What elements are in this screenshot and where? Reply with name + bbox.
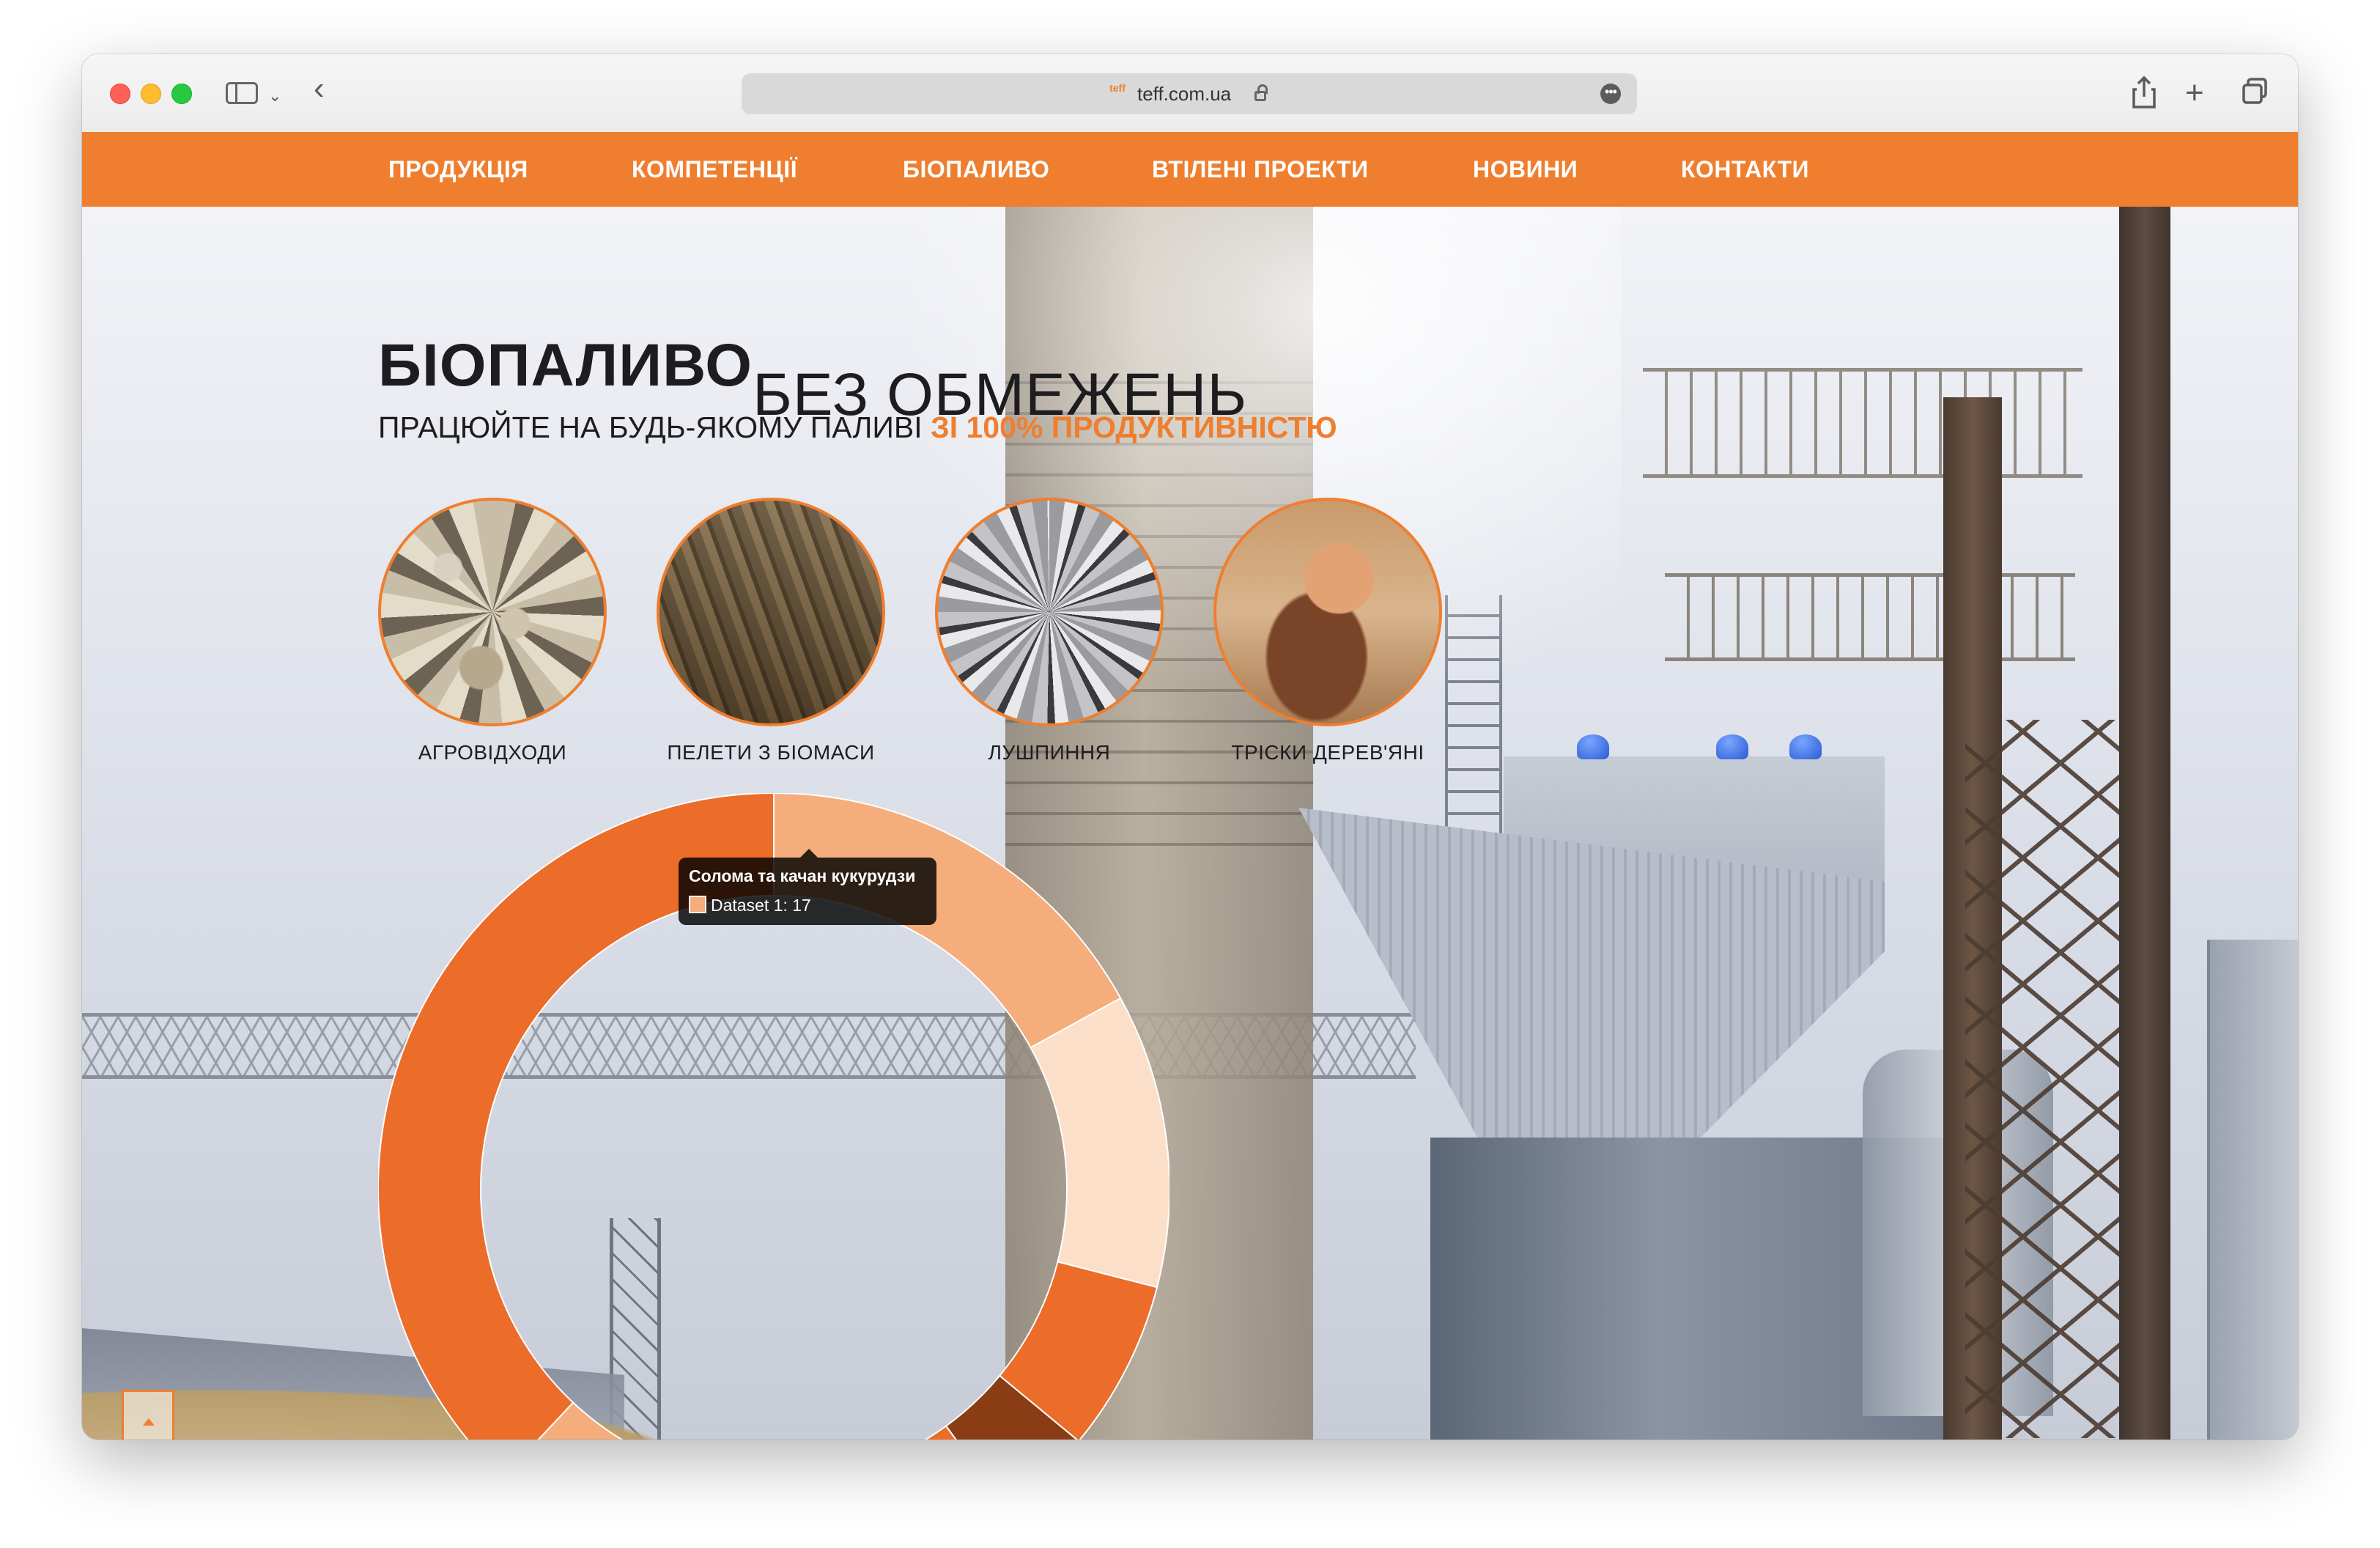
tooltip-swatch — [689, 896, 706, 913]
tooltip-title: Солома та качан кукурудзи — [689, 866, 916, 885]
main-nav: ПРОДУКЦІЯ КОМПЕТЕНЦІЇ БІОПАЛИВО ВТІЛЕНІ … — [82, 132, 2298, 207]
subtitle-accent: ЗІ 100% ПРОДУКТИВНІСТЮ — [931, 410, 1337, 444]
title-bold: БІОПАЛИВО — [378, 332, 753, 399]
favicon-icon: teff — [1109, 82, 1126, 94]
subtitle-plain: ПРАЦЮЙТЕ НА БУДЬ-ЯКОМУ ПАЛИВІ — [378, 410, 923, 444]
nav-item-news[interactable]: НОВИНИ — [1473, 132, 1578, 207]
fuel-label: ТРІСКИ ДЕРЕВ'ЯНІ — [1231, 741, 1424, 764]
scroll-to-top-button[interactable] — [122, 1390, 174, 1440]
fuel-card-pellets[interactable]: ПЕЛЕТИ З БІОМАСИ — [654, 498, 888, 764]
tank-icon — [1789, 734, 1822, 759]
tank-icon — [1577, 734, 1609, 759]
minimize-window-icon[interactable] — [141, 84, 161, 104]
background-silo — [2207, 940, 2298, 1440]
nav-item-products[interactable]: ПРОДУКЦІЯ — [388, 132, 528, 207]
close-window-icon[interactable] — [110, 84, 130, 104]
fuel-card-agro[interactable]: АГРОВІДХОДИ — [375, 498, 610, 764]
page-subtitle: ПРАЦЮЙТЕ НА БУДЬ-ЯКОМУ ПАЛИВІ ЗІ 100% ПР… — [378, 410, 1337, 445]
fuel-label: ПЕЛЕТИ З БІОМАСИ — [667, 741, 875, 764]
share-icon[interactable] — [2131, 75, 2157, 120]
fuel-image-agro[interactable] — [378, 498, 607, 726]
fuel-label: АГРОВІДХОДИ — [418, 741, 567, 764]
nav-item-biofuel[interactable]: БІОПАЛИВО — [903, 132, 1049, 207]
background-tanks — [1577, 734, 1870, 764]
background-railing — [1643, 368, 2082, 478]
lock-icon — [1254, 84, 1268, 101]
tooltip-value: Dataset 1: 17 — [711, 896, 811, 915]
donut-slice-1[interactable] — [1030, 997, 1169, 1289]
nav-item-contacts[interactable]: КОНТАКТИ — [1681, 132, 1809, 207]
fuel-label: ЛУШПИННЯ — [988, 741, 1111, 764]
browser-window: ⌄ ‹ teff teff.com.ua ••• + ПРОДУКЦІЯ КОМ… — [82, 54, 2298, 1440]
fuel-image-chips[interactable] — [1213, 498, 1442, 726]
sidebar-icon[interactable] — [226, 82, 258, 104]
tank-icon — [1716, 734, 1748, 759]
chevron-down-icon[interactable]: ⌄ — [268, 78, 281, 114]
fuel-image-pellets[interactable] — [657, 498, 885, 726]
page-title: БІОПАЛИВО БЕЗ ОБМЕЖЕНЬ — [378, 331, 1246, 428]
back-arrow-icon[interactable]: ‹ — [314, 70, 325, 107]
fuel-image-husk[interactable] — [935, 498, 1164, 726]
address-bar[interactable]: teff teff.com.ua ••• — [742, 73, 1637, 114]
nav-item-projects[interactable]: ВТІЛЕНІ ПРОЕКТИ — [1152, 132, 1369, 207]
address-url[interactable]: teff.com.ua — [1137, 73, 1231, 114]
tab-overview-icon[interactable] — [2241, 75, 2270, 117]
zoom-window-icon[interactable] — [171, 84, 192, 104]
title-bar: ⌄ ‹ teff teff.com.ua ••• + — [82, 54, 2298, 133]
fuel-card-chips[interactable]: ТРІСКИ ДЕРЕВ'ЯНІ — [1211, 498, 1445, 764]
background-railing-lower — [1665, 573, 2075, 661]
plus-icon[interactable]: + — [2185, 75, 2204, 111]
tooltip-body: Dataset 1: 17 — [689, 896, 811, 915]
nav-item-competencies[interactable]: КОМПЕТЕНЦІЇ — [632, 132, 797, 207]
chart-tooltip: Солома та качан кукурудзи Dataset 1: 17 — [679, 849, 936, 925]
fuel-card-husk[interactable]: ЛУШПИННЯ — [932, 498, 1167, 764]
title-light: БЕЗ ОБМЕЖЕНЬ — [753, 361, 1246, 428]
background-steel-column-right — [2119, 207, 2170, 1440]
ellipsis-icon[interactable]: ••• — [1600, 84, 1621, 104]
hero-section: БІОПАЛИВО БЕЗ ОБМЕЖЕНЬ ПРАЦЮЙТЕ НА БУДЬ-… — [82, 207, 2298, 1440]
